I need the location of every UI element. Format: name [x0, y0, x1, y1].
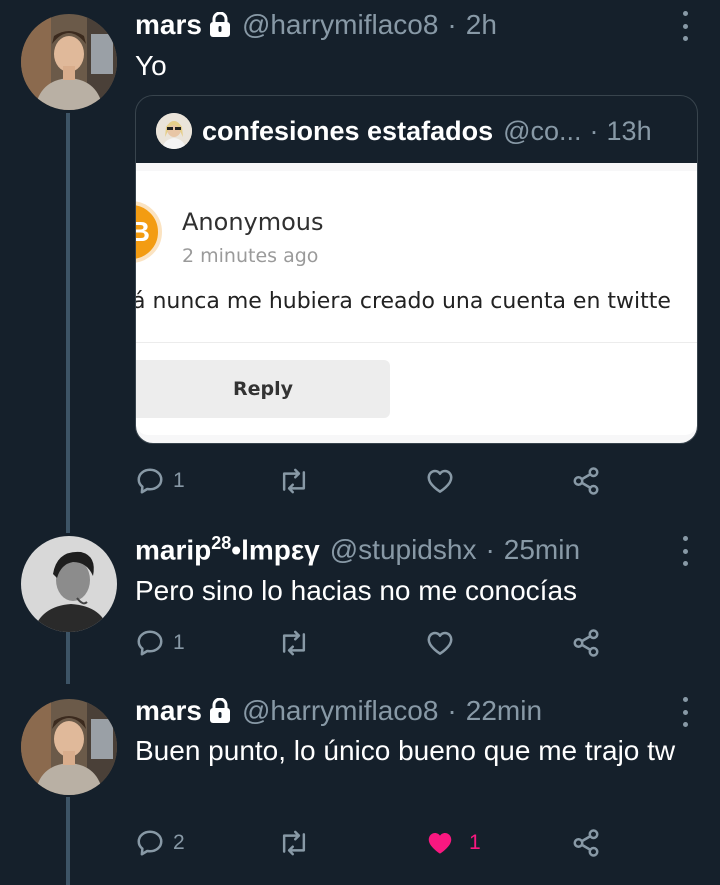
like-count: 1 [469, 831, 481, 854]
separator: · [447, 695, 457, 726]
quoted-handle: @co... [503, 115, 582, 146]
screenshot-card: B Anonymous 2 minutes ago á nunca me hub… [136, 171, 697, 435]
retweet-icon [282, 468, 306, 494]
thread-line [66, 797, 70, 885]
like-button[interactable] [425, 626, 463, 660]
card-author: Anonymous [182, 208, 324, 236]
timestamp[interactable]: 25min [504, 534, 580, 566]
tweet-text: Buen punto, lo único bueno que me trajo … [135, 735, 676, 766]
reply-count: 2 [173, 831, 185, 854]
share-icon [573, 467, 599, 495]
share-button[interactable] [571, 464, 601, 498]
like-button[interactable]: 1 [425, 826, 481, 860]
name-suffix: •lmpεγ [231, 534, 320, 566]
reply-button[interactable]: 2 [135, 826, 185, 860]
handle[interactable]: @stupidshx [330, 534, 477, 566]
separator: · [589, 115, 599, 146]
reply-icon [137, 630, 163, 656]
tweet-actions: 2 1 [135, 826, 605, 860]
share-button[interactable] [571, 626, 601, 660]
tweet-text: Pero sino lo hacias no me conocías [135, 575, 578, 606]
tweet-actions: 1 [135, 626, 605, 660]
like-button[interactable] [425, 464, 463, 498]
card-timestamp: 2 minutes ago [182, 245, 319, 267]
like-icon [427, 469, 453, 493]
quoted-avatar [156, 113, 192, 149]
tweet-header: mars @harrymiflaco8 · 2h [135, 8, 497, 42]
reply-icon [137, 830, 163, 856]
reply-icon [137, 468, 163, 494]
name-text: marip [135, 534, 212, 566]
thread-line [66, 113, 70, 533]
tweet-text: Yo [135, 50, 167, 81]
reply-count: 1 [173, 469, 185, 492]
quoted-tweet-header: confesiones estafados @co... · 13h [156, 113, 652, 149]
timestamp[interactable]: 2h [466, 9, 497, 41]
lock-icon [208, 698, 232, 724]
thread-line [66, 632, 70, 684]
share-icon [573, 629, 599, 657]
lock-icon [208, 12, 232, 38]
reply-button[interactable]: 1 [135, 626, 185, 660]
card-reply-button: Reply [136, 360, 390, 418]
avatar[interactable] [21, 536, 117, 632]
retweet-icon [282, 630, 306, 656]
quoted-tweet[interactable]: confesiones estafados @co... · 13h B Ano… [135, 95, 698, 444]
anonymous-avatar: B [136, 201, 162, 263]
tweet-actions: 1 [135, 464, 605, 498]
reply-count: 1 [173, 631, 185, 654]
card-message: á nunca me hubiera creado una cuenta en … [135, 289, 671, 314]
quoted-display-name: confesiones estafados [202, 115, 494, 146]
separator: · [485, 534, 495, 565]
display-name[interactable]: mars [135, 695, 202, 727]
retweet-button[interactable] [278, 464, 310, 498]
more-icon[interactable] [678, 536, 692, 566]
handle[interactable]: @harrymiflaco8 [242, 9, 438, 41]
tweet-header: mars @harrymiflaco8 · 22min [135, 694, 542, 728]
avatar[interactable] [21, 14, 117, 110]
retweet-button[interactable] [278, 826, 310, 860]
share-button[interactable] [571, 826, 601, 860]
more-icon[interactable] [678, 11, 692, 41]
quoted-image: B Anonymous 2 minutes ago á nunca me hub… [136, 163, 697, 443]
tweet-header: marip28•lmpεγ @stupidshx · 25min [135, 533, 580, 567]
retweet-icon [282, 830, 306, 856]
display-name[interactable]: mars [135, 9, 202, 41]
more-icon[interactable] [678, 697, 692, 727]
display-name[interactable]: marip28•lmpεγ [135, 533, 320, 566]
timestamp[interactable]: 22min [466, 695, 542, 727]
retweet-button[interactable] [278, 626, 310, 660]
share-icon [573, 829, 599, 857]
liked-heart-icon [428, 833, 452, 854]
reply-button[interactable]: 1 [135, 464, 185, 498]
divider [136, 342, 697, 343]
avatar[interactable] [21, 699, 117, 795]
separator: · [447, 9, 457, 40]
name-superscript: 28 [211, 533, 232, 554]
quoted-timestamp: 13h [606, 115, 652, 146]
like-icon [427, 631, 453, 655]
handle[interactable]: @harrymiflaco8 [242, 695, 438, 727]
